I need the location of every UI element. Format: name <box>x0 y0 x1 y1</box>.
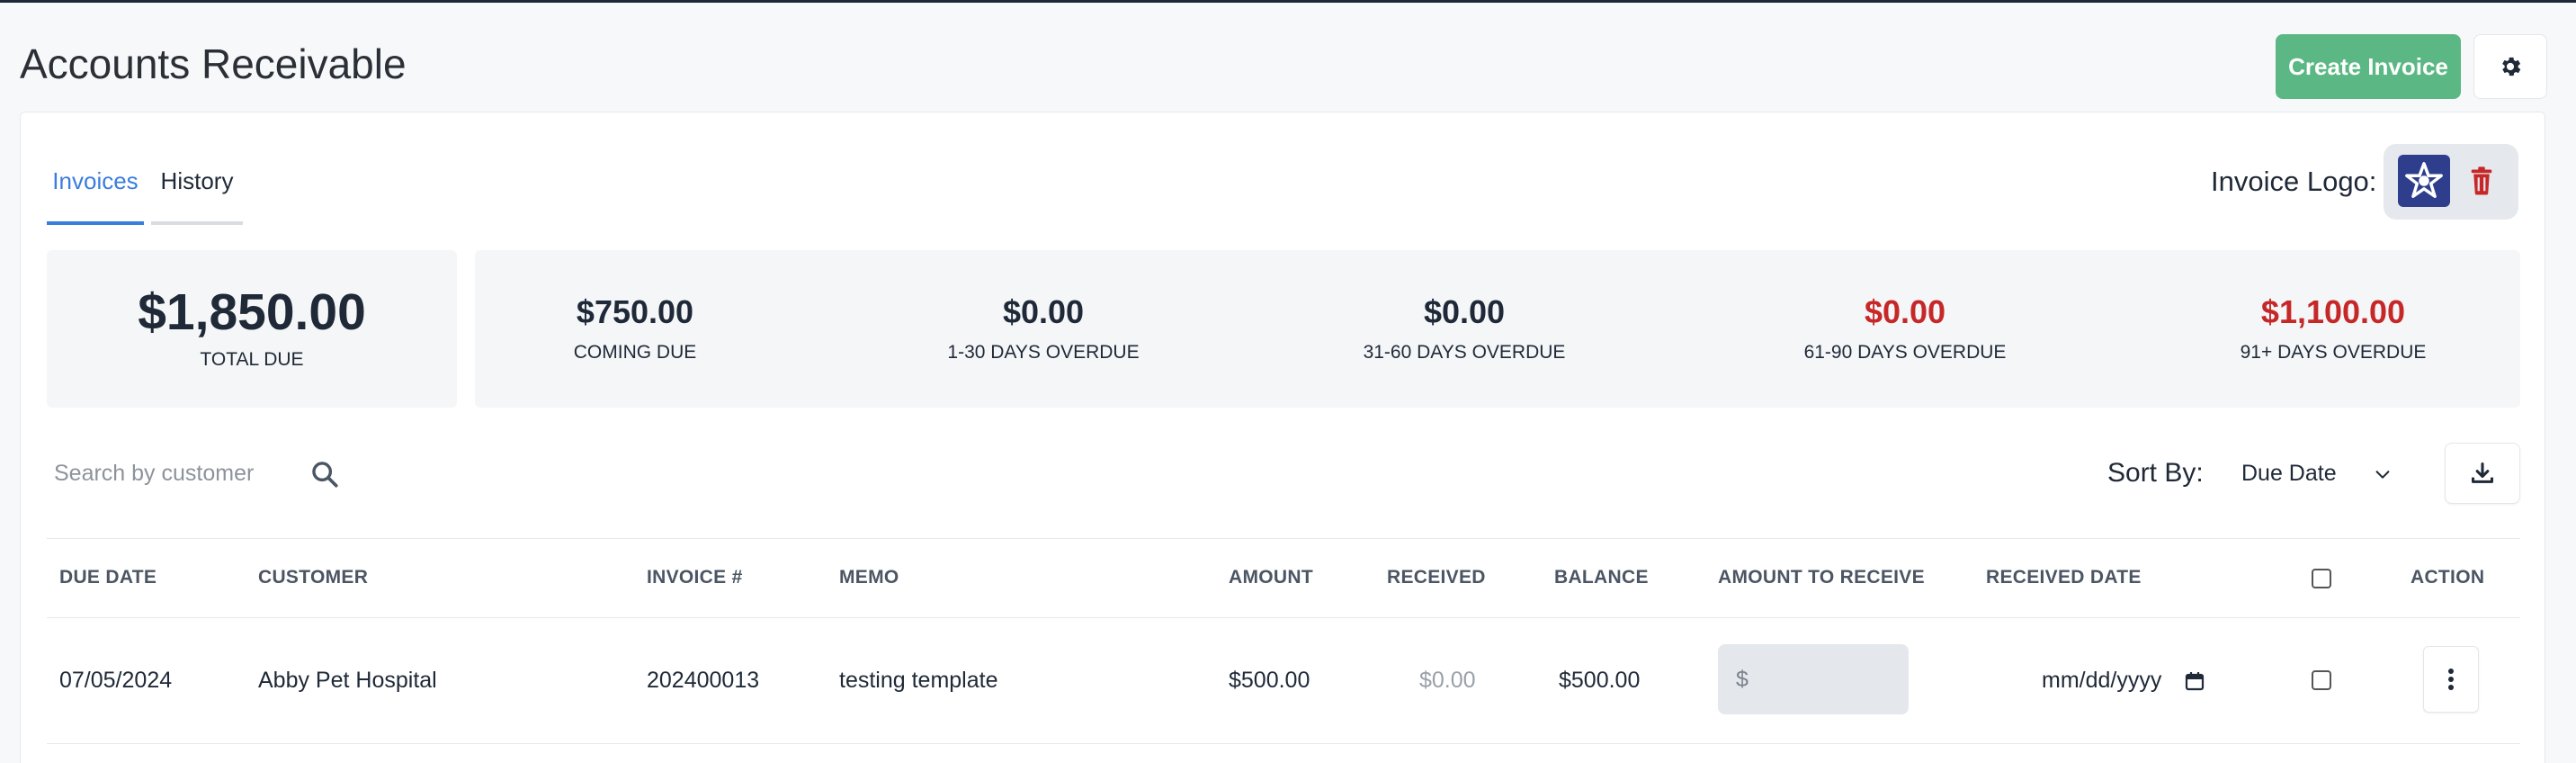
cell-amount: $500.00 <box>1229 668 1310 693</box>
aging-31-60: $0.00 31-60 DAYS OVERDUE <box>1358 293 1570 364</box>
more-vertical-icon <box>2448 669 2454 690</box>
aging-amount: $1,100.00 <box>2260 293 2406 330</box>
col-customer[interactable]: CUSTOMER <box>258 567 368 588</box>
aging-coming-due: $750.00 COMING DUE <box>554 293 716 364</box>
received-date-input[interactable]: mm/dd/yyyy <box>2042 668 2161 694</box>
page-title: Accounts Receivable <box>20 40 407 87</box>
aging-label: COMING DUE <box>573 342 697 363</box>
cell-balance: $500.00 <box>1559 668 1641 693</box>
total-due-amount: $1,850.00 <box>138 283 366 341</box>
col-balance[interactable]: BALANCE <box>1554 567 1649 588</box>
col-invoice-number[interactable]: INVOICE # <box>647 567 743 588</box>
total-due-panel: $1,850.00 TOTAL DUE <box>47 250 457 408</box>
settings-button[interactable] <box>2473 34 2547 99</box>
trash-icon[interactable] <box>2468 166 2495 196</box>
aging-label: 61-90 DAYS OVERDUE <box>1803 342 2007 363</box>
cell-invoice-number[interactable]: 202400013 <box>647 668 759 694</box>
aging-amount: $0.00 <box>1864 293 1946 330</box>
divider <box>47 538 2520 539</box>
aging-label: 91+ DAYS OVERDUE <box>2240 342 2427 363</box>
col-amount[interactable]: AMOUNT <box>1229 567 1313 588</box>
cell-received: $0.00 <box>1419 668 1476 693</box>
amount-to-receive-input[interactable]: $ <box>1718 644 1909 714</box>
row-checkbox[interactable] <box>2312 670 2331 690</box>
cell-memo: testing template <box>839 668 998 693</box>
row-action-button[interactable] <box>2423 646 2479 713</box>
aging-91-plus: $1,100.00 91+ DAYS OVERDUE <box>2234 293 2432 364</box>
invoice-logo-label: Invoice Logo: <box>2211 166 2377 197</box>
sort-by-select[interactable]: Due Date <box>2227 446 2407 500</box>
content-card <box>20 112 2545 763</box>
cell-due-date: 07/05/2024 <box>59 668 173 693</box>
col-amount-to-receive[interactable]: AMOUNT TO RECEIVE <box>1718 567 1925 588</box>
aging-1-30: $0.00 1-30 DAYS OVERDUE <box>926 293 1160 364</box>
calendar-icon[interactable] <box>2184 669 2205 693</box>
logo-image <box>2398 155 2450 207</box>
aging-61-90: $0.00 61-90 DAYS OVERDUE <box>1797 293 2013 364</box>
sort-by-label: Sort By: <box>2107 458 2204 488</box>
aging-amount: $750.00 <box>576 293 694 330</box>
select-all-checkbox[interactable] <box>2312 569 2331 588</box>
search-input[interactable] <box>54 446 288 500</box>
col-action: ACTION <box>2411 567 2485 588</box>
cell-customer[interactable]: Abby Pet Hospital <box>258 668 437 694</box>
top-border <box>0 0 2576 3</box>
gear-icon <box>2502 57 2521 76</box>
sort-by-value: Due Date <box>2241 460 2337 486</box>
aging-label: 1-30 DAYS OVERDUE <box>947 342 1140 363</box>
aging-amount: $0.00 <box>1423 293 1506 330</box>
divider <box>47 617 2520 618</box>
col-received[interactable]: RECEIVED <box>1387 567 1486 588</box>
col-due-date[interactable]: DUE DATE <box>59 567 157 588</box>
aging-label: 31-60 DAYS OVERDUE <box>1363 342 1566 363</box>
col-memo[interactable]: MEMO <box>839 567 899 588</box>
invoice-logo-box <box>2384 144 2518 220</box>
aging-amount: $0.00 <box>1002 293 1085 330</box>
col-received-date[interactable]: RECEIVED DATE <box>1986 567 2142 588</box>
download-button[interactable] <box>2445 443 2520 504</box>
download-icon <box>2471 462 2494 483</box>
tab-invoices[interactable]: Invoices <box>47 167 144 225</box>
aging-summary-panel: $750.00 COMING DUE $0.00 1-30 DAYS OVERD… <box>475 250 2520 408</box>
chevron-down-icon <box>2375 471 2390 479</box>
total-due-label: TOTAL DUE <box>200 349 304 370</box>
create-invoice-button[interactable]: Create Invoice <box>2276 34 2461 99</box>
star-logo-icon <box>2405 162 2443 198</box>
divider <box>47 743 2520 744</box>
tab-history[interactable]: History <box>151 167 243 225</box>
currency-prefix: $ <box>1736 666 1749 692</box>
search-icon[interactable] <box>309 459 340 489</box>
